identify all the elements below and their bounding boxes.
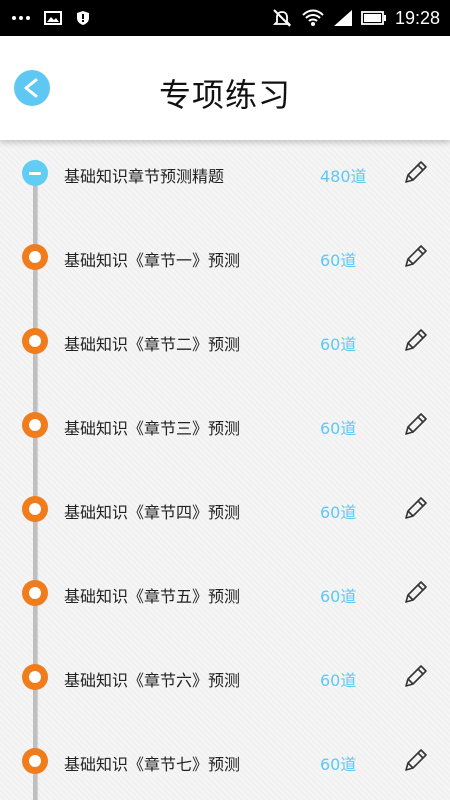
list-item[interactable]: 基础知识《章节五》预测 60道 xyxy=(0,574,450,614)
list-item[interactable]: 基础知识章节预测精题 480道 xyxy=(0,154,450,194)
status-time: 19:28 xyxy=(394,7,440,28)
item-count: 60道 xyxy=(320,671,357,690)
item-label: 基础知识《章节三》预测 xyxy=(64,419,241,438)
pencil-icon[interactable] xyxy=(402,242,430,270)
pencil-icon[interactable] xyxy=(402,746,430,774)
pencil-icon[interactable] xyxy=(402,494,430,522)
item-count: 60道 xyxy=(320,335,357,354)
item-label: 基础知识章节预测精题 xyxy=(64,167,225,186)
list-item[interactable]: 基础知识《章节七》预测 60道 xyxy=(0,742,450,782)
item-count: 60道 xyxy=(320,251,357,270)
pencil-icon[interactable] xyxy=(402,158,430,186)
shield-alert-icon xyxy=(77,11,89,25)
battery-icon xyxy=(361,11,386,25)
list-item[interactable]: 基础知识《章节一》预测 60道 xyxy=(0,238,450,278)
pencil-icon[interactable] xyxy=(402,410,430,438)
image-icon xyxy=(44,11,62,25)
pencil-icon[interactable] xyxy=(402,578,430,606)
status-bar-right: 19:28 xyxy=(271,0,440,36)
expand-node-icon[interactable] xyxy=(22,244,48,270)
pencil-icon[interactable] xyxy=(402,326,430,354)
item-label: 基础知识《章节四》预测 xyxy=(64,503,241,522)
item-count: 480道 xyxy=(320,167,367,186)
practice-list: 基础知识章节预测精题 480道 基础知识《章节一》预测 60道 基础知识《章节二… xyxy=(0,140,450,800)
expand-node-icon[interactable] xyxy=(22,412,48,438)
expand-node-icon[interactable] xyxy=(22,328,48,354)
expand-node-icon[interactable] xyxy=(22,580,48,606)
mute-icon xyxy=(272,9,292,27)
list-item[interactable]: 基础知识《章节六》预测 60道 xyxy=(0,658,450,698)
item-label: 基础知识《章节六》预测 xyxy=(64,671,241,690)
expand-node-icon[interactable] xyxy=(22,664,48,690)
item-label: 基础知识《章节二》预测 xyxy=(64,335,241,354)
expand-node-icon[interactable] xyxy=(22,496,48,522)
list-item[interactable]: 基础知识《章节四》预测 60道 xyxy=(0,490,450,530)
item-count: 60道 xyxy=(320,587,357,606)
status-bar: 19:28 xyxy=(0,0,450,36)
item-count: 60道 xyxy=(320,419,357,438)
app-header: 专项练习 xyxy=(0,36,450,140)
item-label: 基础知识《章节五》预测 xyxy=(64,587,241,606)
expand-node-icon[interactable] xyxy=(22,748,48,774)
wifi-icon xyxy=(302,9,324,26)
more-dots-icon xyxy=(12,16,30,20)
list-item[interactable]: 基础知识《章节二》预测 60道 xyxy=(0,322,450,362)
list-item[interactable]: 基础知识《章节三》预测 60道 xyxy=(0,406,450,446)
signal-icon xyxy=(333,10,352,26)
collapse-node-icon[interactable] xyxy=(22,160,48,186)
item-count: 60道 xyxy=(320,503,357,522)
item-label: 基础知识《章节七》预测 xyxy=(64,755,241,774)
item-label: 基础知识《章节一》预测 xyxy=(64,251,241,270)
status-bar-left xyxy=(12,0,90,36)
page-title: 专项练习 xyxy=(158,76,291,114)
item-count: 60道 xyxy=(320,755,357,774)
pencil-icon[interactable] xyxy=(402,662,430,690)
